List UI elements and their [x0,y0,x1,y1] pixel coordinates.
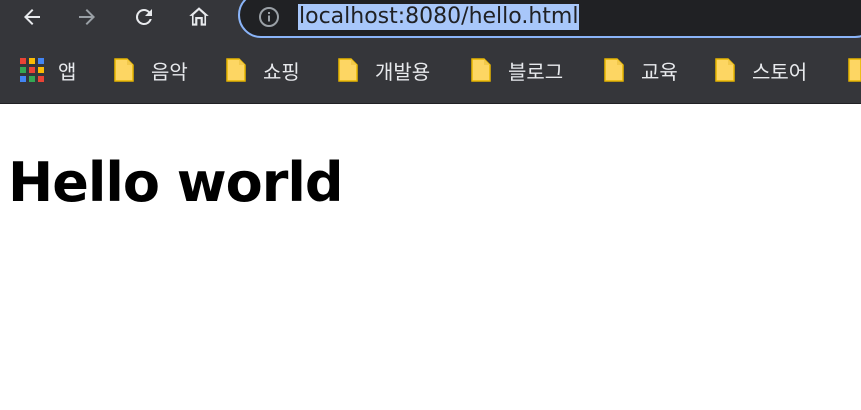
bookmark-education[interactable]: 교육 [603,50,678,90]
home-icon [189,7,209,26]
bookmarks-bar: 앱 음악 쇼핑 개발용 블로그 교육 스토어 [0,40,861,104]
browser-toolbar: localhost:8080/hello.html [0,0,861,40]
arrow-left-icon [24,9,40,25]
bookmark-dev[interactable]: 개발용 [337,50,430,90]
info-icon[interactable] [258,6,280,28]
bookmark-apps[interactable]: 앱 [20,50,76,90]
bookmark-shopping[interactable]: 쇼핑 [225,50,300,90]
bookmark-label: 개발용 [375,59,431,84]
bookmark-music[interactable]: 음악 [113,50,188,90]
folder-icon [604,58,624,82]
folder-icon [848,58,861,82]
bookmark-label: 교육 [641,59,678,84]
bookmark-store[interactable]: 스토어 [714,50,807,90]
apps-grid-icon [20,58,44,82]
bookmark-blog[interactable]: 블로그 [470,50,563,90]
forward-button[interactable] [67,0,107,34]
bookmark-overflow-folder[interactable] [847,50,861,90]
page-heading: Hello world [8,151,344,214]
folder-icon [226,58,246,82]
folder-icon [715,58,735,82]
bookmark-label: 스토어 [752,59,808,84]
bookmark-label: 쇼핑 [263,59,300,84]
address-bar[interactable]: localhost:8080/hello.html [238,0,861,38]
folder-icon [114,58,134,82]
arrow-right-icon [79,9,95,25]
folder-icon [471,58,491,82]
folder-icon [338,58,358,82]
bookmark-label: 음악 [151,59,188,84]
home-button[interactable] [179,0,219,34]
url-text[interactable]: localhost:8080/hello.html [298,4,580,30]
bookmark-label: 블로그 [508,59,564,84]
back-button[interactable] [12,0,52,34]
bookmark-label: 앱 [58,59,77,84]
reload-button[interactable] [124,0,164,34]
page-content: Hello world [0,104,861,410]
reload-icon [135,8,152,25]
